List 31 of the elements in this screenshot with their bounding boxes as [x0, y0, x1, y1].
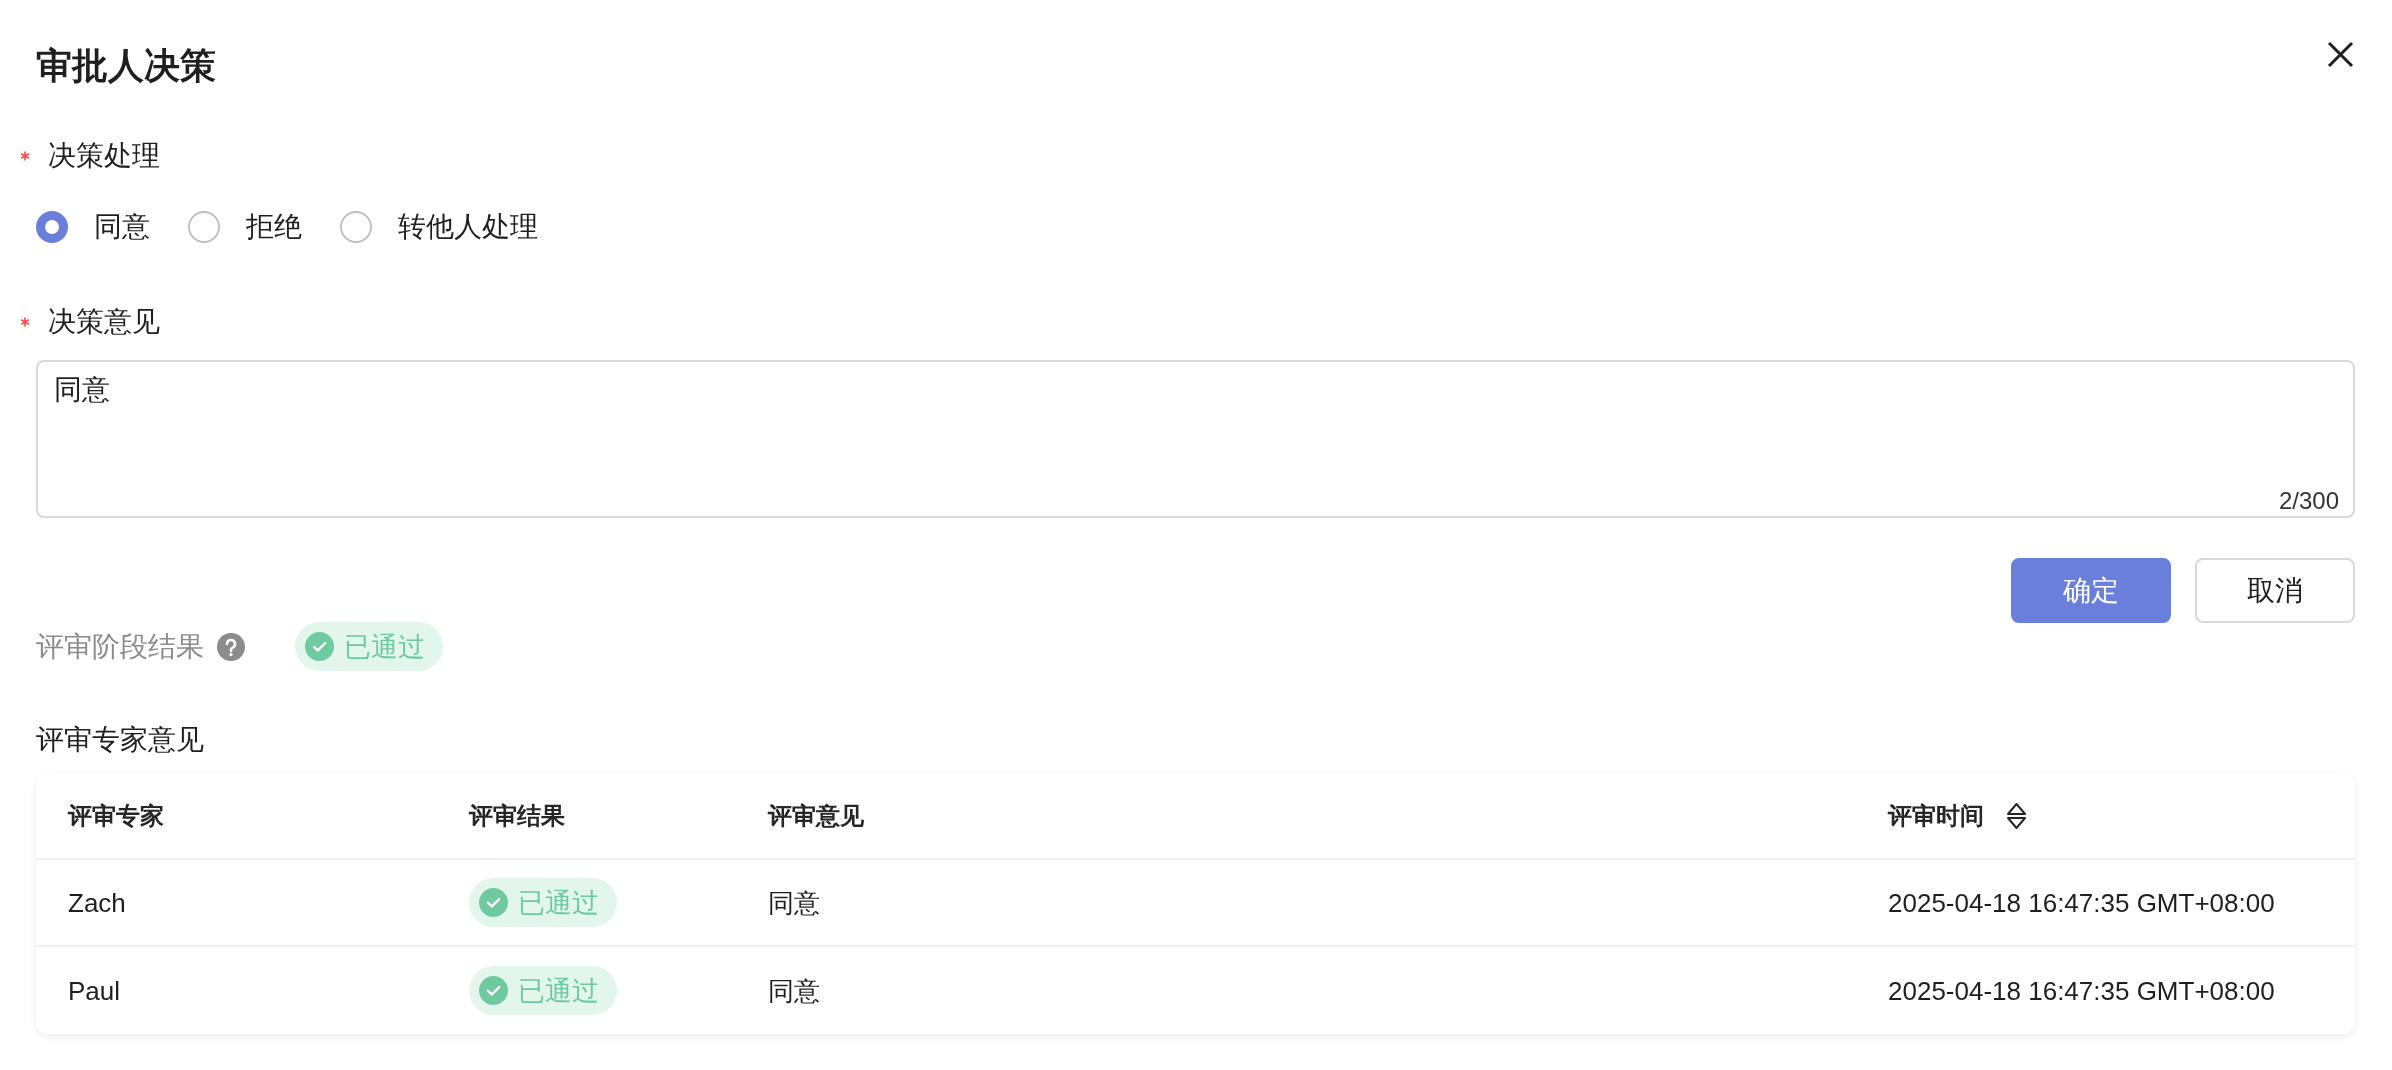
check-circle-icon: [479, 888, 508, 917]
column-header: 评审专家: [68, 801, 164, 831]
table-cell-text: Paul: [68, 974, 121, 1008]
table-cell-text: 2025-04-18 16:47:35 GMT+08:00: [1888, 974, 2275, 1008]
section-title: 评审专家意见: [36, 724, 204, 755]
close-button[interactable]: [2327, 41, 2354, 68]
help-icon[interactable]: [217, 632, 245, 661]
radio-option[interactable]: 同意: [36, 207, 150, 247]
radio-option[interactable]: 转他人处理: [340, 207, 538, 247]
field-label: 决策意见: [48, 305, 160, 339]
sort-icon[interactable]: [2006, 802, 2027, 830]
status-label: 已通过: [518, 887, 599, 918]
column-header: 评审时间: [1888, 801, 1984, 831]
dialog-title: 审批人决策: [36, 44, 216, 88]
check-circle-icon: [479, 976, 508, 1005]
table-cell-text: 同意: [768, 886, 820, 920]
status-label: 已通过: [344, 631, 425, 662]
status-label: 已通过: [518, 975, 599, 1006]
radio-option[interactable]: 拒绝: [188, 207, 302, 247]
column-header: 评审意见: [768, 801, 864, 831]
character-counter: 2/300: [2278, 489, 2339, 513]
confirm-button[interactable]: 确定: [2011, 558, 2171, 623]
table-cell-text: 同意: [768, 974, 820, 1008]
table-cell-text: Zach: [68, 886, 126, 920]
column-header: 评审结果: [469, 801, 565, 831]
check-circle-icon: [305, 632, 334, 661]
field-label: 评审阶段结果: [36, 629, 204, 664]
field-label: 决策处理: [48, 139, 160, 173]
cancel-button[interactable]: 取消: [2195, 558, 2355, 623]
table-cell-text: 2025-04-18 16:47:35 GMT+08:00: [1888, 886, 2275, 920]
close-icon: [2327, 41, 2354, 68]
